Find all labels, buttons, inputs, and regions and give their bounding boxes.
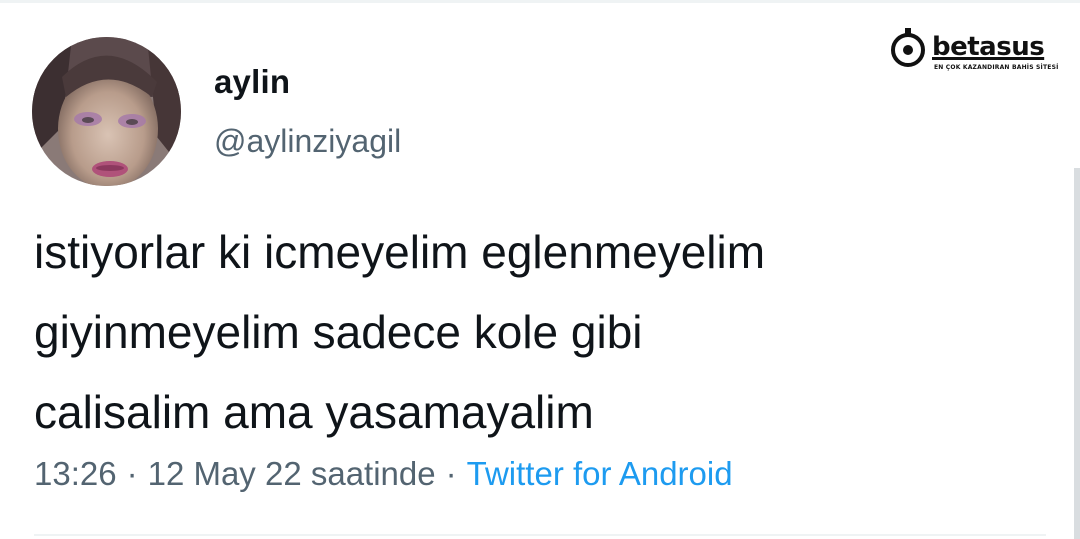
tweet-date[interactable]: 12 May 22 saatinde bbox=[148, 455, 436, 492]
tweet-text: istiyorlar ki icmeyelim eglenmeyelim giy… bbox=[34, 212, 1034, 452]
display-name[interactable]: aylin bbox=[214, 63, 290, 101]
tweet-source-link[interactable]: Twitter for Android bbox=[467, 455, 733, 492]
tweet-text-line: calisalim ama yasamayalim bbox=[34, 386, 594, 438]
scrollbar[interactable] bbox=[1074, 168, 1080, 539]
tweet-text-line: giyinmeyelim sadece kole gibi bbox=[34, 306, 643, 358]
bottom-divider bbox=[34, 534, 1046, 536]
tweet-metadata: 13:26 · 12 May 22 saatinde · Twitter for And… bbox=[34, 455, 733, 493]
betasus-wordmark: betasus bbox=[932, 32, 1045, 62]
meta-separator: · bbox=[126, 455, 138, 492]
top-border bbox=[0, 0, 1080, 3]
tweet-text-line: istiyorlar ki icmeyelim eglenmeyelim bbox=[34, 226, 766, 278]
tweet-time[interactable]: 13:26 bbox=[34, 455, 117, 492]
meta-separator: · bbox=[445, 455, 457, 492]
betasus-slogan: EN ÇOK KAZANDIRAN BAHİS SİTESİ bbox=[934, 64, 1059, 71]
betasus-logo-icon bbox=[891, 28, 925, 67]
avatar[interactable] bbox=[32, 37, 181, 186]
avatar-photo bbox=[32, 37, 181, 186]
username-handle[interactable]: @aylinziyagil bbox=[214, 123, 401, 160]
betasus-watermark: betasus EN ÇOK KAZANDIRAN BAHİS SİTESİ bbox=[890, 27, 1060, 79]
